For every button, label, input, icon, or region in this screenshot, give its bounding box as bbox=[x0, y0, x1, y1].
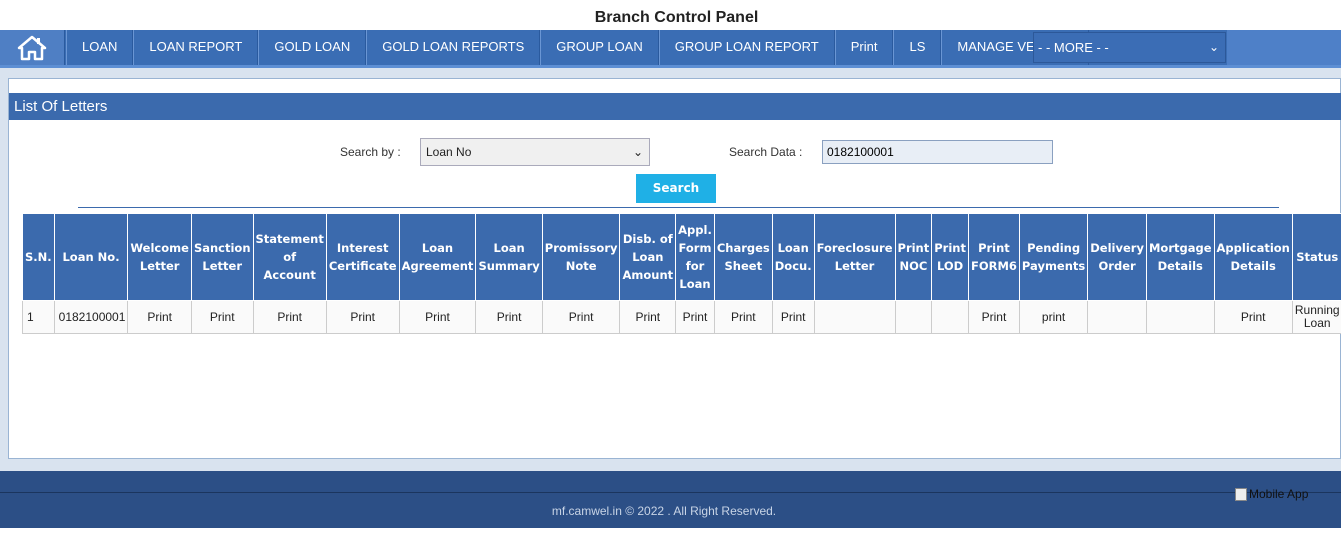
print-link[interactable]: Print bbox=[713, 300, 773, 334]
column-header: Print LOD bbox=[931, 213, 969, 301]
column-header: Application Details bbox=[1213, 213, 1293, 301]
column-header: S.N. bbox=[22, 213, 55, 301]
home-button[interactable] bbox=[0, 30, 65, 65]
table-row: 1 0182100001 Print Print Print Print Print Prin… bbox=[22, 300, 1341, 334]
column-header: Delivery Order bbox=[1087, 213, 1147, 301]
nav-filler bbox=[1227, 30, 1341, 65]
print-link[interactable]: Print bbox=[1213, 300, 1293, 334]
column-header: Pending Payments bbox=[1018, 213, 1089, 301]
table-cell bbox=[1145, 300, 1215, 334]
search-button[interactable]: Search bbox=[636, 174, 716, 203]
table-cell: 1 bbox=[22, 300, 55, 334]
column-header: Disb. of Loan Amount bbox=[619, 213, 677, 301]
nav-item-group-loan-report[interactable]: GROUP LOAN REPORT bbox=[658, 30, 835, 65]
column-header: Promissory Note bbox=[541, 213, 621, 301]
print-link[interactable]: print bbox=[1018, 300, 1089, 334]
page-bottom bbox=[0, 528, 1341, 549]
broken-image-icon bbox=[1235, 487, 1247, 501]
search-data-label: Search Data : bbox=[729, 145, 803, 159]
table-header-row: S.N. Loan No. Welcome Letter Sanction Lette… bbox=[22, 213, 1341, 301]
print-link[interactable]: Print bbox=[675, 300, 715, 334]
print-link[interactable]: Print bbox=[541, 300, 621, 334]
print-link[interactable]: Print bbox=[127, 300, 192, 334]
panel-title: List Of Letters bbox=[9, 93, 1341, 120]
print-link[interactable]: Print bbox=[475, 300, 543, 334]
nav-item-gold-loan-reports[interactable]: GOLD LOAN REPORTS bbox=[366, 30, 541, 65]
search-by-value: Loan No bbox=[426, 145, 472, 159]
table-cell bbox=[1087, 300, 1147, 334]
column-header: Loan Docu. bbox=[771, 213, 815, 301]
column-header: Interest Certificate bbox=[325, 213, 400, 301]
print-link[interactable]: Print bbox=[252, 300, 327, 334]
print-link[interactable]: Print bbox=[619, 300, 677, 334]
column-header: Statement of Account bbox=[252, 213, 327, 301]
table-cell: 0182100001 bbox=[53, 300, 129, 334]
page-title: Branch Control Panel bbox=[594, 9, 759, 26]
column-header: Mortgage Details bbox=[1145, 213, 1215, 301]
column-header: Sanction Letter bbox=[190, 213, 254, 301]
column-header: Charges Sheet bbox=[713, 213, 773, 301]
mobile-app-link[interactable]: Mobile App bbox=[1235, 487, 1308, 501]
content-area: List Of Letters Search by : Loan No ⌄ Se… bbox=[0, 68, 1341, 471]
main-navbar: LOAN LOAN REPORT GOLD LOAN GOLD LOAN REPORT… bbox=[0, 30, 1341, 68]
letters-panel: List Of Letters Search by : Loan No ⌄ Se… bbox=[8, 78, 1341, 459]
print-link[interactable]: Print bbox=[190, 300, 254, 334]
search-data-input[interactable] bbox=[822, 140, 1053, 164]
separator-line bbox=[78, 207, 1279, 208]
search-by-label: Search by : bbox=[340, 145, 401, 159]
column-header: Loan Agreement bbox=[398, 213, 477, 301]
mobile-app-alt-text: Mobile App bbox=[1249, 487, 1309, 501]
footer-copyright: mf.camwel.in © 2022 . All Right Reserved… bbox=[551, 504, 777, 518]
column-header: Status bbox=[1291, 213, 1341, 301]
nav-item-print[interactable]: Print bbox=[834, 30, 894, 65]
print-link[interactable]: Print bbox=[398, 300, 477, 334]
footer-divider bbox=[0, 492, 1341, 493]
more-dropdown-label: - - MORE - - bbox=[1038, 40, 1109, 55]
footer: Mobile App mf.camwel.in © 2022 . All Rig… bbox=[0, 471, 1341, 528]
search-by-select[interactable]: Loan No ⌄ bbox=[420, 138, 650, 166]
column-header: Loan No. bbox=[53, 213, 129, 301]
print-link[interactable]: Print bbox=[325, 300, 400, 334]
table-cell bbox=[894, 300, 933, 334]
column-header: Appl. Form for Loan bbox=[675, 213, 715, 301]
column-header: Print FORM6 bbox=[967, 213, 1020, 301]
chevron-down-icon: ⌄ bbox=[1208, 40, 1219, 54]
table-cell bbox=[813, 300, 896, 334]
print-link[interactable]: Print bbox=[967, 300, 1020, 334]
column-header: Loan Summary bbox=[475, 213, 543, 301]
column-header: Foreclosure Letter bbox=[813, 213, 896, 301]
home-icon bbox=[17, 35, 47, 60]
nav-item-loan-report[interactable]: LOAN REPORT bbox=[133, 30, 259, 65]
print-link[interactable]: Print bbox=[771, 300, 815, 334]
column-header: Print NOC bbox=[894, 213, 933, 301]
more-dropdown[interactable]: - - MORE - - ⌄ bbox=[1033, 32, 1226, 63]
nav-item-ls[interactable]: LS bbox=[893, 30, 942, 65]
nav-item-gold-loan[interactable]: GOLD LOAN bbox=[258, 30, 367, 65]
nav-menu: LOAN LOAN REPORT GOLD LOAN GOLD LOAN REPORT… bbox=[66, 30, 1089, 65]
table-cell: Running Loan bbox=[1291, 300, 1341, 334]
table-cell bbox=[931, 300, 969, 334]
letters-table: S.N. Loan No. Welcome Letter Sanction Lette… bbox=[22, 213, 1341, 334]
chevron-down-icon: ⌄ bbox=[632, 145, 643, 159]
nav-item-loan[interactable]: LOAN bbox=[66, 30, 134, 65]
column-header: Welcome Letter bbox=[127, 213, 192, 301]
nav-item-group-loan[interactable]: GROUP LOAN bbox=[540, 30, 659, 65]
